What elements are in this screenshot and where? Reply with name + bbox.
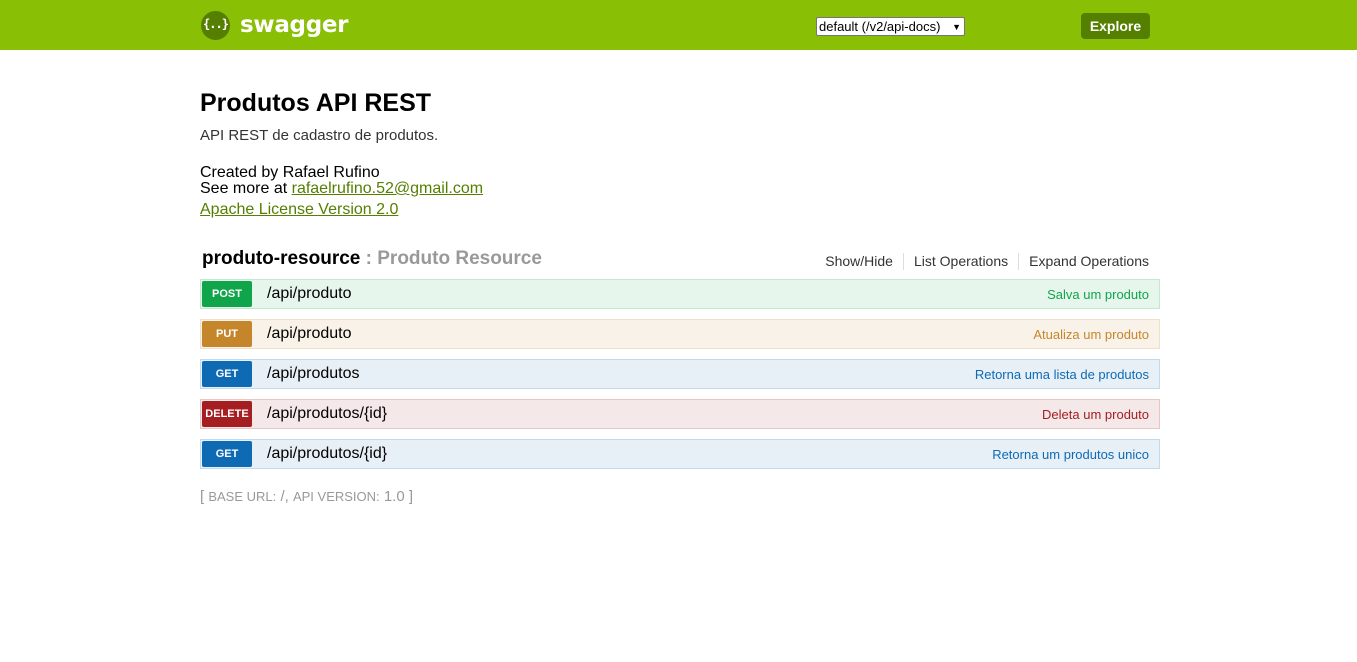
top-header: {..} swagger default (/v2/api-docs) ▼ Ex… [0, 0, 1357, 50]
license-link[interactable]: Apache License Version 2.0 [200, 202, 398, 218]
api-description: API REST de cadastro de produtos. [200, 127, 439, 144]
operation-path[interactable]: /api/produto [267, 325, 1033, 343]
operation-path[interactable]: /api/produto [267, 285, 1047, 303]
explore-button[interactable]: Explore [1081, 13, 1150, 39]
base-url-info: [ BASE URL: /, API VERSION: 1.0 ] [200, 488, 413, 505]
operation-post-produto[interactable]: POST /api/produto Salva um produto [200, 279, 1160, 309]
api-contact: See more at rafaelrufino.52@gmail.com [200, 181, 483, 197]
api-version-value: 1.0 [383, 488, 405, 505]
chevron-down-icon: ▼ [952, 21, 961, 32]
swagger-logo-text: swagger [240, 11, 349, 38]
operation-put-produto[interactable]: PUT /api/produto Atualiza um produto [200, 319, 1160, 349]
resource-name[interactable]: produto-resource [202, 248, 360, 269]
operation-path[interactable]: /api/produtos/{id} [267, 405, 1042, 423]
api-title: Produtos API REST [200, 89, 432, 117]
list-operations-link[interactable]: List Operations [904, 253, 1020, 270]
operation-delete-produto-id[interactable]: DELETE /api/produtos/{id} Deleta um prod… [200, 399, 1160, 429]
base-url-label: BASE URL: [208, 489, 277, 504]
operation-summary[interactable]: Salva um produto [1047, 287, 1149, 302]
operation-get-produtos[interactable]: GET /api/produtos Retorna uma lista de p… [200, 359, 1160, 389]
api-spec-selected-value: default (/v2/api-docs) [819, 19, 941, 34]
method-badge-get[interactable]: GET [202, 441, 252, 467]
show-hide-link[interactable]: Show/Hide [815, 253, 904, 270]
operation-path[interactable]: /api/produtos [267, 365, 975, 383]
method-badge-delete[interactable]: DELETE [202, 401, 252, 427]
open-bracket: [ [200, 488, 205, 505]
operation-summary[interactable]: Atualiza um produto [1033, 327, 1149, 342]
operation-summary[interactable]: Retorna um produtos unico [992, 447, 1149, 462]
expand-operations-link[interactable]: Expand Operations [1019, 253, 1149, 270]
swagger-logo-icon: {..} [201, 11, 230, 40]
see-more-prefix: See more at [200, 180, 288, 197]
api-version-label: API VERSION: [292, 489, 380, 504]
resource-heading[interactable]: produto-resource : Produto Resource [202, 248, 542, 270]
operation-get-produto-id[interactable]: GET /api/produtos/{id} Retorna um produt… [200, 439, 1160, 469]
footer-comma: , [284, 488, 289, 505]
swagger-logo-glyph: {..} [203, 17, 229, 31]
resource-actions: Show/Hide List Operations Expand Operati… [815, 253, 1149, 270]
resource-separator: : [365, 248, 372, 269]
operation-summary[interactable]: Retorna uma lista de produtos [975, 367, 1149, 382]
close-bracket: ] [408, 488, 414, 505]
contact-email-link[interactable]: rafaelrufino.52@gmail.com [292, 180, 483, 197]
resource-description: Produto Resource [377, 248, 542, 269]
method-badge-put[interactable]: PUT [202, 321, 252, 347]
method-badge-get[interactable]: GET [202, 361, 252, 387]
operation-path[interactable]: /api/produtos/{id} [267, 445, 992, 463]
method-badge-post[interactable]: POST [202, 281, 252, 307]
operation-summary[interactable]: Deleta um produto [1042, 407, 1149, 422]
swagger-logo[interactable]: {..} swagger [201, 11, 349, 40]
api-spec-select[interactable]: default (/v2/api-docs) ▼ [816, 17, 965, 36]
api-created-by: Created by Rafael Rufino [200, 164, 380, 181]
